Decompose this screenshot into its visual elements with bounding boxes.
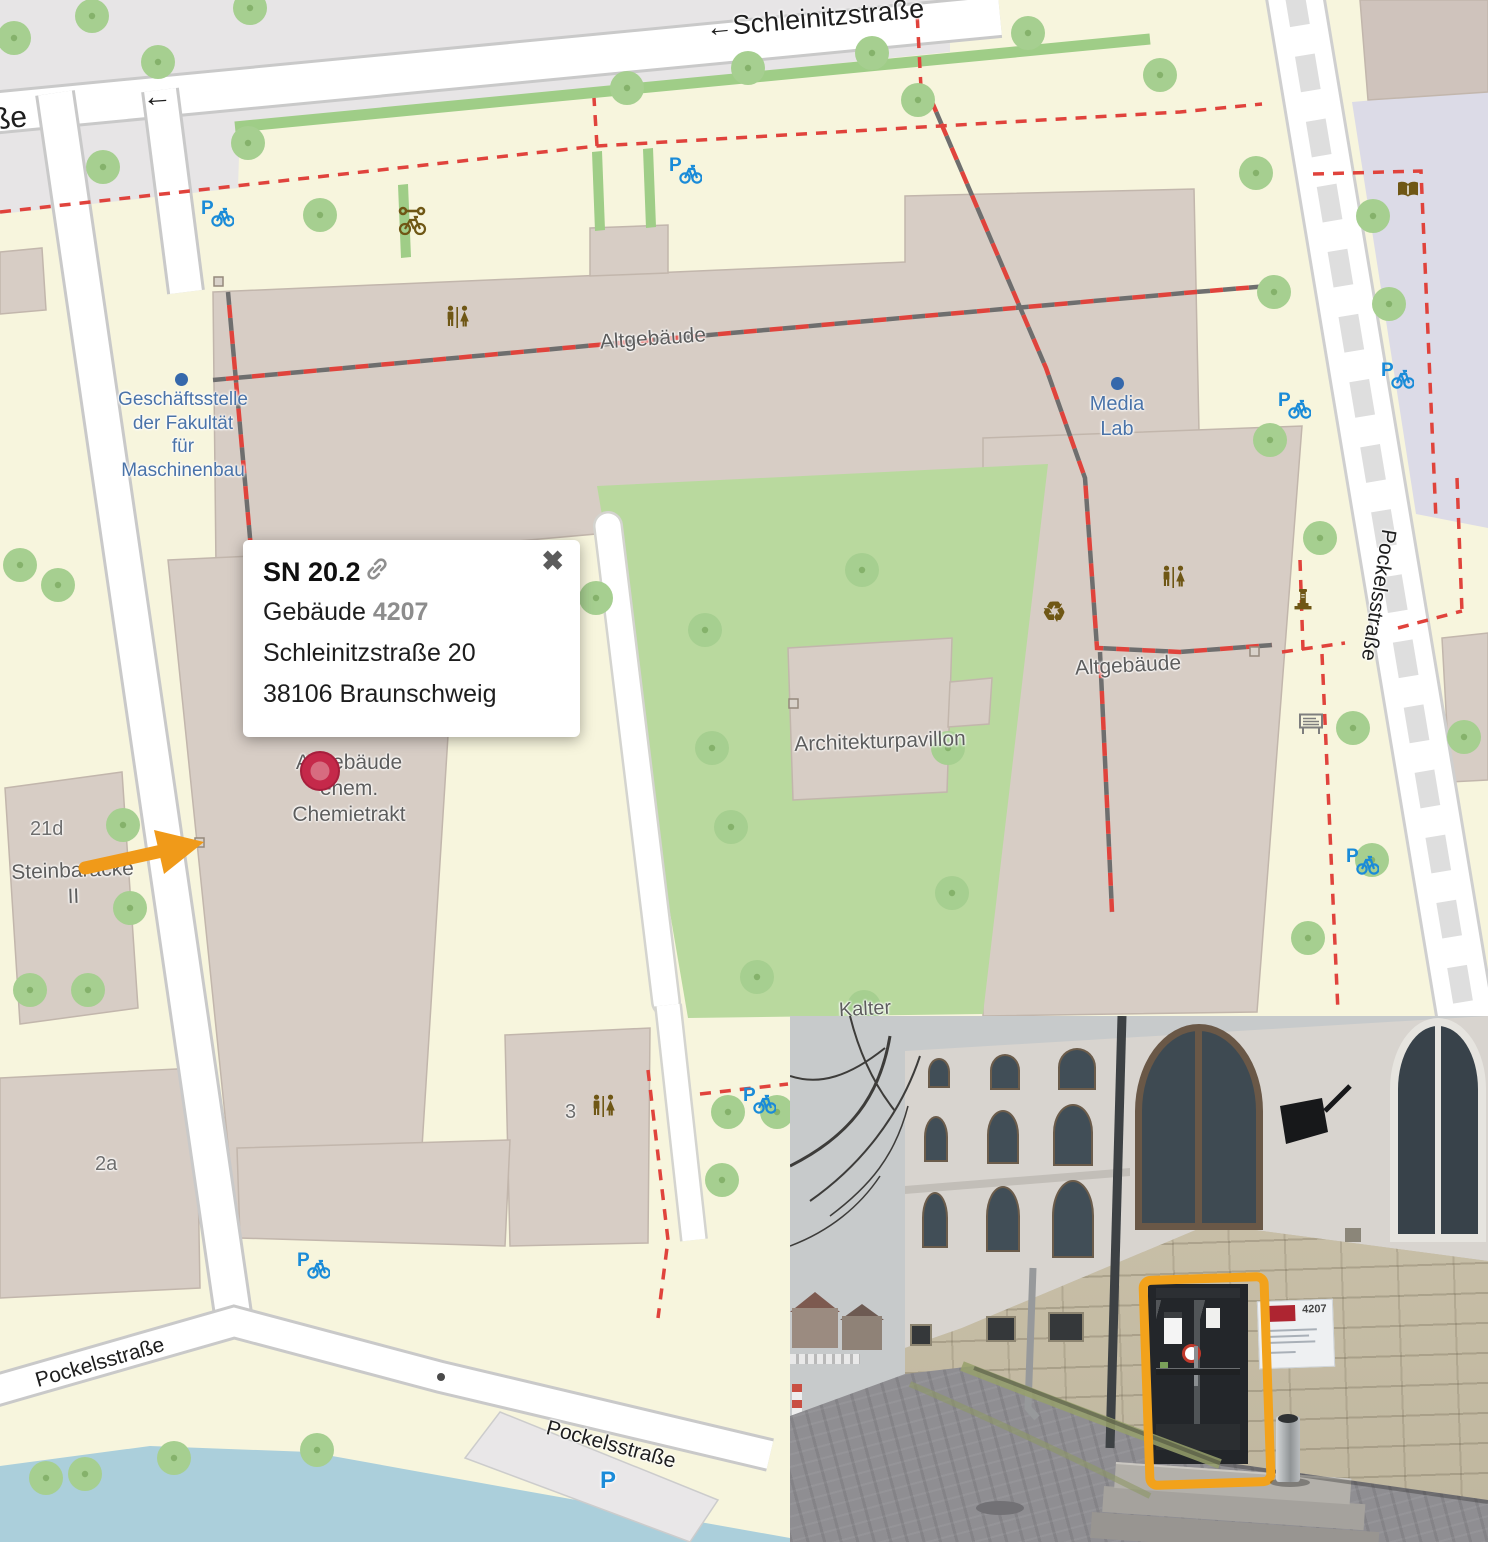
poi-dot-icon (175, 373, 188, 386)
popup-building-number: 4207 (373, 598, 429, 626)
downpipe (1110, 1016, 1122, 1448)
sign-building-number: 4207 (1302, 1303, 1327, 1316)
oneway-arrow-icon: ← (704, 11, 734, 43)
poi-dot-icon (1111, 377, 1124, 390)
toilets-icon (590, 1094, 617, 1124)
manhole-cover (976, 1501, 1024, 1515)
oneway-arrow-icon: ← (141, 77, 174, 116)
building-label-chemietrakt: Altgebäude ehem. Chemietrakt (284, 750, 414, 828)
popup-building-prefix: Gebäude (263, 598, 366, 626)
building-label-2a: 2a (95, 1152, 117, 1177)
street-photo-inset: 4207 (790, 1016, 1488, 1542)
building-label-3: 3 (565, 1100, 576, 1125)
svg-text:P: P (201, 198, 214, 219)
door-highlight-box (1138, 1272, 1275, 1490)
toilets-icon (1160, 565, 1187, 595)
svg-text:P: P (1278, 390, 1291, 411)
cigarette-bin (1276, 1416, 1300, 1482)
toilets-icon (444, 305, 471, 335)
svg-text:P: P (743, 1085, 756, 1106)
bicycle-repair-icon (397, 205, 427, 242)
poi-label-geschaeftsstelle: Geschäftsstelle der Fakultät für Maschin… (108, 388, 258, 482)
svg-text:P: P (1381, 360, 1394, 381)
roomfinder-map-view: ←Schleinitzstraße ße ← Geschäftsstelle d… (0, 0, 1488, 1542)
svg-text:P: P (297, 1250, 310, 1271)
library-icon (1396, 180, 1420, 205)
street-label-fragment: ße (0, 98, 29, 139)
popup-close-button[interactable]: ✖ (541, 548, 564, 575)
bicycle-parking-icon: P (200, 198, 234, 233)
bicycle-parking-icon: P (1277, 390, 1311, 425)
noticeboard-icon (1298, 712, 1324, 741)
popup-city-line: 38106 Braunschweig (263, 674, 560, 715)
bicycle-parking-icon: P (742, 1085, 776, 1120)
bicycle-parking-icon: P (1345, 846, 1379, 881)
bicycle-parking-icon: P (668, 155, 702, 190)
photo-detail-layer (790, 1016, 1488, 1542)
permalink-icon[interactable] (365, 557, 389, 586)
building-label-steinbaracke: Steinbaracke II (7, 856, 139, 913)
building-label-21d: 21d (30, 817, 63, 842)
map-popup: SN 20.2 ✖ Gebäude 4207 Schleinitzstraße … (243, 540, 580, 737)
bicycle-parking-icon: P (1380, 360, 1414, 395)
wall-floodlight-icon (1280, 1086, 1350, 1144)
car-parking-icon: P (600, 1466, 616, 1496)
recycling-icon: ♻ (1042, 597, 1066, 628)
bicycle-parking-icon: P (296, 1250, 330, 1285)
popup-building-line: Gebäude 4207 (263, 592, 560, 633)
svg-text:P: P (669, 155, 682, 176)
svg-text:P: P (1346, 846, 1359, 867)
popup-street-line: Schleinitzstraße 20 (263, 633, 560, 674)
barrier-dot (437, 1373, 445, 1381)
poi-label-media-lab: Media Lab (1082, 392, 1152, 442)
popup-title: SN 20.2 (263, 557, 361, 588)
monument-icon (1292, 588, 1314, 619)
